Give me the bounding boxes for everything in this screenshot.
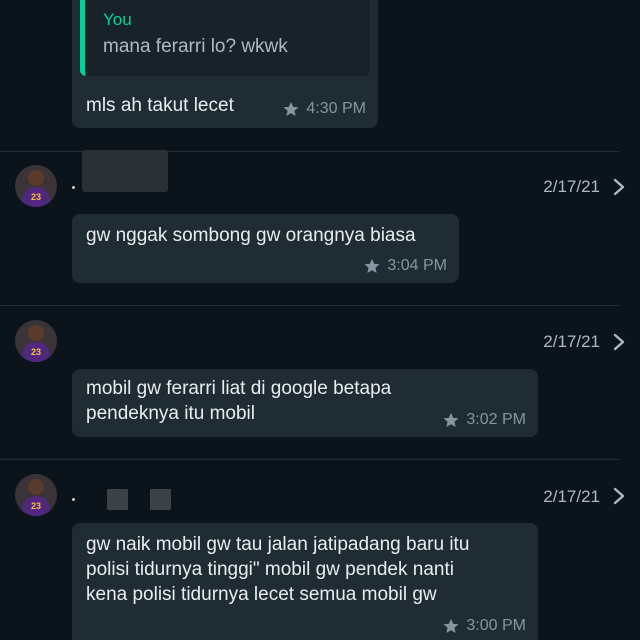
message-time: 4:30 PM <box>306 100 366 117</box>
avatar-image: 23 <box>15 474 57 516</box>
sender-name-fragment <box>72 498 75 501</box>
message-text-line: polisi tidurnya tinggi" mobil gw pendek … <box>86 559 454 580</box>
message-text-line: gw nggak sombong gw orangnya biasa <box>86 225 416 246</box>
sender-name-fragment <box>72 186 75 189</box>
sender-name-redacted <box>82 150 168 192</box>
message-bubble[interactable]: gw naik mobil gw tau jalan jatipadang ba… <box>72 523 538 640</box>
sender-name-redacted <box>150 489 171 510</box>
message-text: mls ah takut lecet <box>86 95 234 116</box>
sender-name-redacted <box>107 489 128 510</box>
divider <box>0 459 620 460</box>
star-icon <box>283 101 299 117</box>
svg-text:23: 23 <box>31 192 41 202</box>
quoted-message[interactable]: You mana ferarri lo? wkwk <box>80 0 370 76</box>
message-text-line: pendeknya itu mobil <box>86 403 255 424</box>
message-text-line: gw naik mobil gw tau jalan jatipadang ba… <box>86 534 470 555</box>
quoted-message-text: mana ferarri lo? wkwk <box>103 36 288 57</box>
avatar[interactable]: 23 <box>15 474 57 516</box>
message-date: 2/17/21 <box>543 332 600 351</box>
message-meta: 3:04 PM <box>363 257 447 275</box>
message-meta: 3:00 PM <box>442 617 526 635</box>
message-time: 3:02 PM <box>466 411 526 428</box>
message-time: 3:04 PM <box>387 257 447 274</box>
star-icon <box>443 618 459 634</box>
quoted-message-author: You <box>103 10 132 29</box>
message-bubble[interactable]: mobil gw ferarri liat di google betapa p… <box>72 369 538 437</box>
message-meta: 4:30 PM <box>282 100 366 118</box>
divider <box>0 305 620 306</box>
chevron-right-icon[interactable] <box>612 333 626 351</box>
avatar-image: 23 <box>15 320 57 362</box>
message-meta: 3:02 PM <box>442 411 526 429</box>
star-icon <box>364 258 380 274</box>
avatar[interactable]: 23 <box>15 165 57 207</box>
chevron-right-icon[interactable] <box>612 178 626 196</box>
message-text-line: kena polisi tidurnya lecet semua mobil g… <box>86 584 437 605</box>
svg-text:23: 23 <box>31 501 41 511</box>
avatar-image: 23 <box>15 165 57 207</box>
message-date: 2/17/21 <box>543 487 600 506</box>
chevron-right-icon[interactable] <box>612 487 626 505</box>
message-bubble[interactable]: gw nggak sombong gw orangnya biasa 3:04 … <box>72 214 459 283</box>
message-text-line: mobil gw ferarri liat di google betapa <box>86 378 392 399</box>
svg-text:23: 23 <box>31 347 41 357</box>
message-time: 3:00 PM <box>466 617 526 634</box>
star-icon <box>443 412 459 428</box>
message-date: 2/17/21 <box>543 177 600 196</box>
avatar[interactable]: 23 <box>15 320 57 362</box>
starred-messages-screen: You mana ferarri lo? wkwk mls ah takut l… <box>0 0 640 640</box>
message-bubble[interactable]: You mana ferarri lo? wkwk mls ah takut l… <box>72 0 378 128</box>
